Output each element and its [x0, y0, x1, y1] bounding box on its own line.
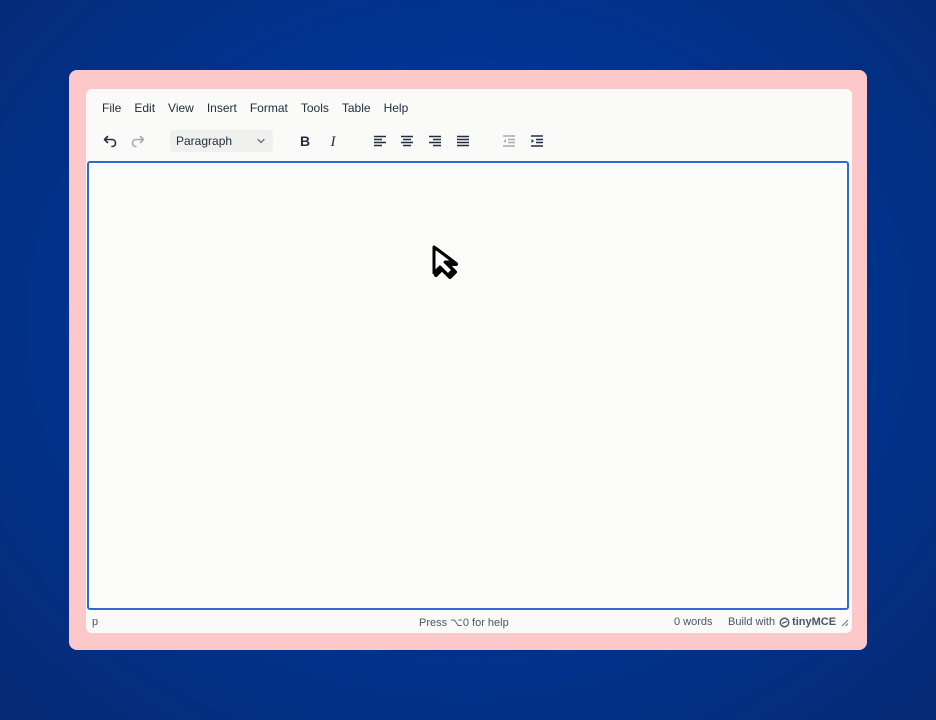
branding-name: tinyMCE	[792, 616, 837, 628]
menu-file[interactable]: File	[102, 101, 121, 115]
outdent-icon	[503, 135, 515, 147]
tinymce-logo-icon	[779, 617, 790, 627]
menu-table[interactable]: Table	[342, 101, 371, 115]
editor-content-area[interactable]	[87, 161, 849, 610]
italic-button[interactable]: I	[321, 127, 345, 155]
element-path[interactable]: p	[92, 616, 98, 628]
mouse-pointer-icon	[432, 245, 458, 279]
menu-help[interactable]: Help	[384, 101, 409, 115]
menu-tools[interactable]: Tools	[301, 101, 329, 115]
align-justify-button[interactable]	[451, 127, 475, 155]
editor-frame: File Edit View Insert Format Tools Table…	[69, 70, 867, 650]
outdent-button[interactable]	[497, 127, 521, 155]
svg-text:B: B	[300, 133, 310, 149]
branding-link[interactable]: Build with tinyMCE	[728, 616, 836, 628]
indent-icon	[531, 135, 543, 147]
italic-icon: I	[330, 134, 337, 149]
redo-icon	[131, 135, 145, 148]
undo-button[interactable]	[98, 127, 122, 155]
menu-edit[interactable]: Edit	[134, 101, 155, 115]
redo-button[interactable]	[126, 127, 150, 155]
branding-prefix: Build with	[728, 616, 776, 628]
resize-handle-icon[interactable]	[841, 619, 849, 627]
align-justify-icon	[457, 135, 469, 147]
menu-view[interactable]: View	[168, 101, 194, 115]
align-left-button[interactable]	[368, 127, 392, 155]
statusbar: p Press ⌥0 for help 0 words Build with t…	[86, 611, 852, 633]
toolbar: Paragraph B I	[86, 127, 852, 155]
word-count[interactable]: 0 words	[674, 616, 713, 628]
bold-button[interactable]: B	[293, 127, 317, 155]
align-left-icon	[374, 135, 386, 147]
align-right-icon	[429, 135, 441, 147]
tinymce-editor: File Edit View Insert Format Tools Table…	[86, 89, 852, 633]
bold-icon: B	[300, 133, 310, 149]
align-center-icon	[401, 135, 413, 147]
block-format-select[interactable]: Paragraph	[170, 130, 273, 152]
block-format-label: Paragraph	[176, 134, 233, 148]
align-center-button[interactable]	[395, 127, 419, 155]
menu-insert[interactable]: Insert	[207, 101, 237, 115]
menubar: File Edit View Insert Format Tools Table…	[86, 89, 852, 127]
align-right-button[interactable]	[423, 127, 447, 155]
menu-format[interactable]: Format	[250, 101, 288, 115]
indent-button[interactable]	[525, 127, 549, 155]
svg-text:I: I	[330, 134, 337, 149]
help-hint: Press ⌥0 for help	[419, 617, 509, 629]
undo-icon	[103, 135, 117, 148]
chevron-down-icon	[257, 138, 265, 144]
